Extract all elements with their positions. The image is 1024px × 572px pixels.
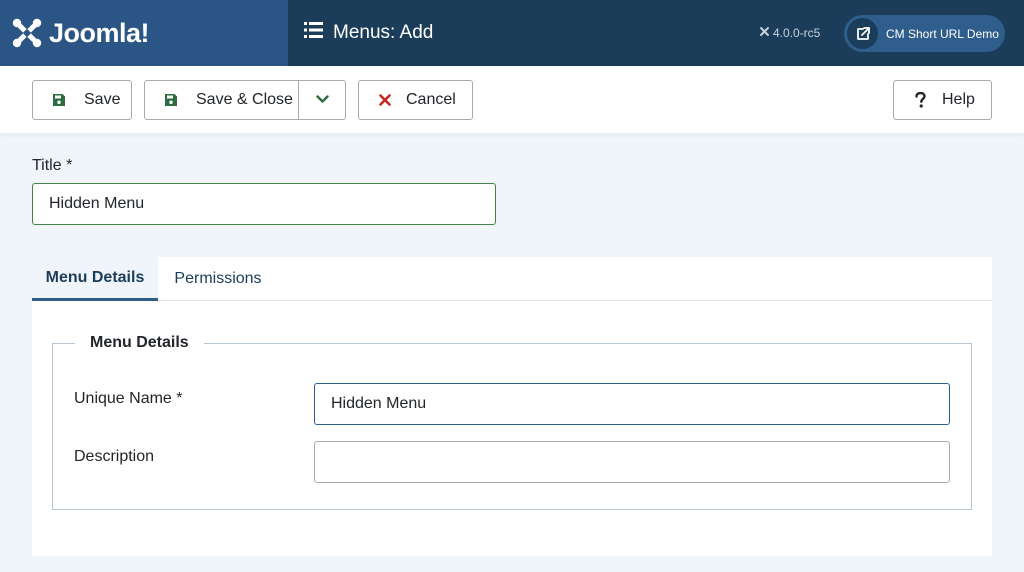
page-title-text: Menus: Add (333, 22, 434, 43)
cancel-label: Cancel (406, 91, 456, 108)
unique-name-input[interactable] (314, 383, 950, 425)
question-icon (915, 92, 926, 108)
list-icon (304, 22, 323, 44)
version-text: 4.0.0-rc5 (773, 26, 821, 40)
save-close-label: Save & Close (196, 91, 293, 108)
tab-permissions[interactable]: Permissions (158, 257, 278, 301)
save-label: Save (84, 91, 121, 108)
save-icon (164, 93, 178, 107)
brand-name: Joomla! (49, 17, 150, 48)
joomla-logo-icon (11, 17, 43, 49)
save-icon (52, 93, 66, 107)
fieldset-legend: Menu Details (75, 334, 204, 352)
page-title: Menus: Add (304, 0, 433, 66)
toolbar: Save Save & Close Cancel Help (0, 66, 1024, 133)
save-close-button[interactable]: Save & Close (144, 80, 346, 120)
save-options-dropdown-toggle[interactable] (298, 81, 346, 119)
tab-menu-details[interactable]: Menu Details (32, 257, 158, 301)
joomla-mini-icon (759, 26, 770, 40)
title-label: Title * (32, 157, 73, 174)
description-label: Description (74, 448, 155, 465)
external-link-icon (847, 18, 878, 49)
cancel-button[interactable]: Cancel (358, 80, 473, 120)
chevron-down-icon (316, 91, 329, 109)
help-button[interactable]: Help (893, 80, 992, 120)
unique-name-label: Unique Name * (74, 390, 183, 407)
title-input[interactable] (32, 183, 496, 225)
help-label: Help (942, 91, 975, 108)
description-input[interactable] (314, 441, 950, 483)
version-info: 4.0.0-rc5 (759, 0, 820, 66)
tab-card: Menu Details Permissions Menu Details Un… (32, 257, 992, 556)
brand[interactable]: Joomla! (0, 0, 288, 66)
site-link-button[interactable]: CM Short URL Demo (844, 15, 1005, 52)
close-icon (379, 94, 391, 106)
site-link-label: CM Short URL Demo (886, 26, 999, 41)
save-button[interactable]: Save (32, 80, 132, 120)
header: Joomla! Menus: Add 4.0.0-rc5 CM Short UR… (0, 0, 1024, 66)
tab-bar: Menu Details Permissions (32, 257, 992, 301)
menu-details-fieldset: Menu Details Unique Name * Description (52, 334, 972, 510)
